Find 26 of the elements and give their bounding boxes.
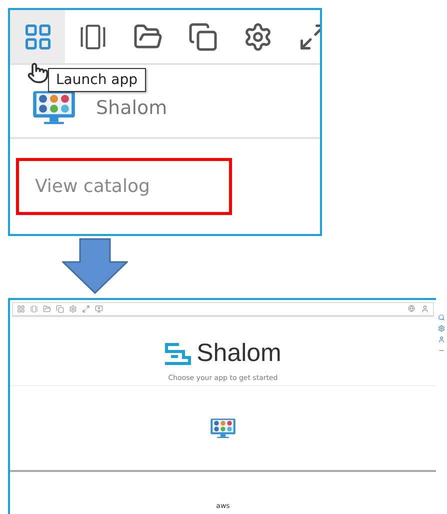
- minus-icon: [438, 347, 445, 354]
- user-icon: [421, 305, 429, 313]
- grid-icon: [22, 22, 52, 52]
- copy-icon: [56, 305, 64, 313]
- expand-icon: [82, 305, 90, 313]
- logo-text: Shalom: [196, 339, 282, 368]
- logo-icon: [164, 342, 191, 364]
- down-arrow-icon: [62, 238, 128, 294]
- app-monitor-icon: [210, 418, 236, 438]
- grid-icon: [17, 305, 25, 313]
- app-name: Shalom: [96, 97, 168, 119]
- view-catalog-link[interactable]: View catalog: [16, 158, 232, 215]
- folder-icon: [43, 305, 51, 313]
- globe-icon: [408, 305, 415, 313]
- user-icon: [438, 336, 445, 343]
- panels-icon: [30, 305, 38, 313]
- copy-icon: [188, 22, 218, 52]
- settings-icon: [69, 305, 77, 313]
- expand-icon: [298, 22, 320, 52]
- hand-cursor-icon: [27, 62, 49, 84]
- app-monitor-icon: [32, 90, 76, 126]
- display-icon: [95, 305, 103, 313]
- settings-icon: [438, 325, 445, 332]
- search-icon: [438, 314, 445, 321]
- tooltip: Launch app: [48, 68, 146, 92]
- settings-icon: [242, 22, 272, 52]
